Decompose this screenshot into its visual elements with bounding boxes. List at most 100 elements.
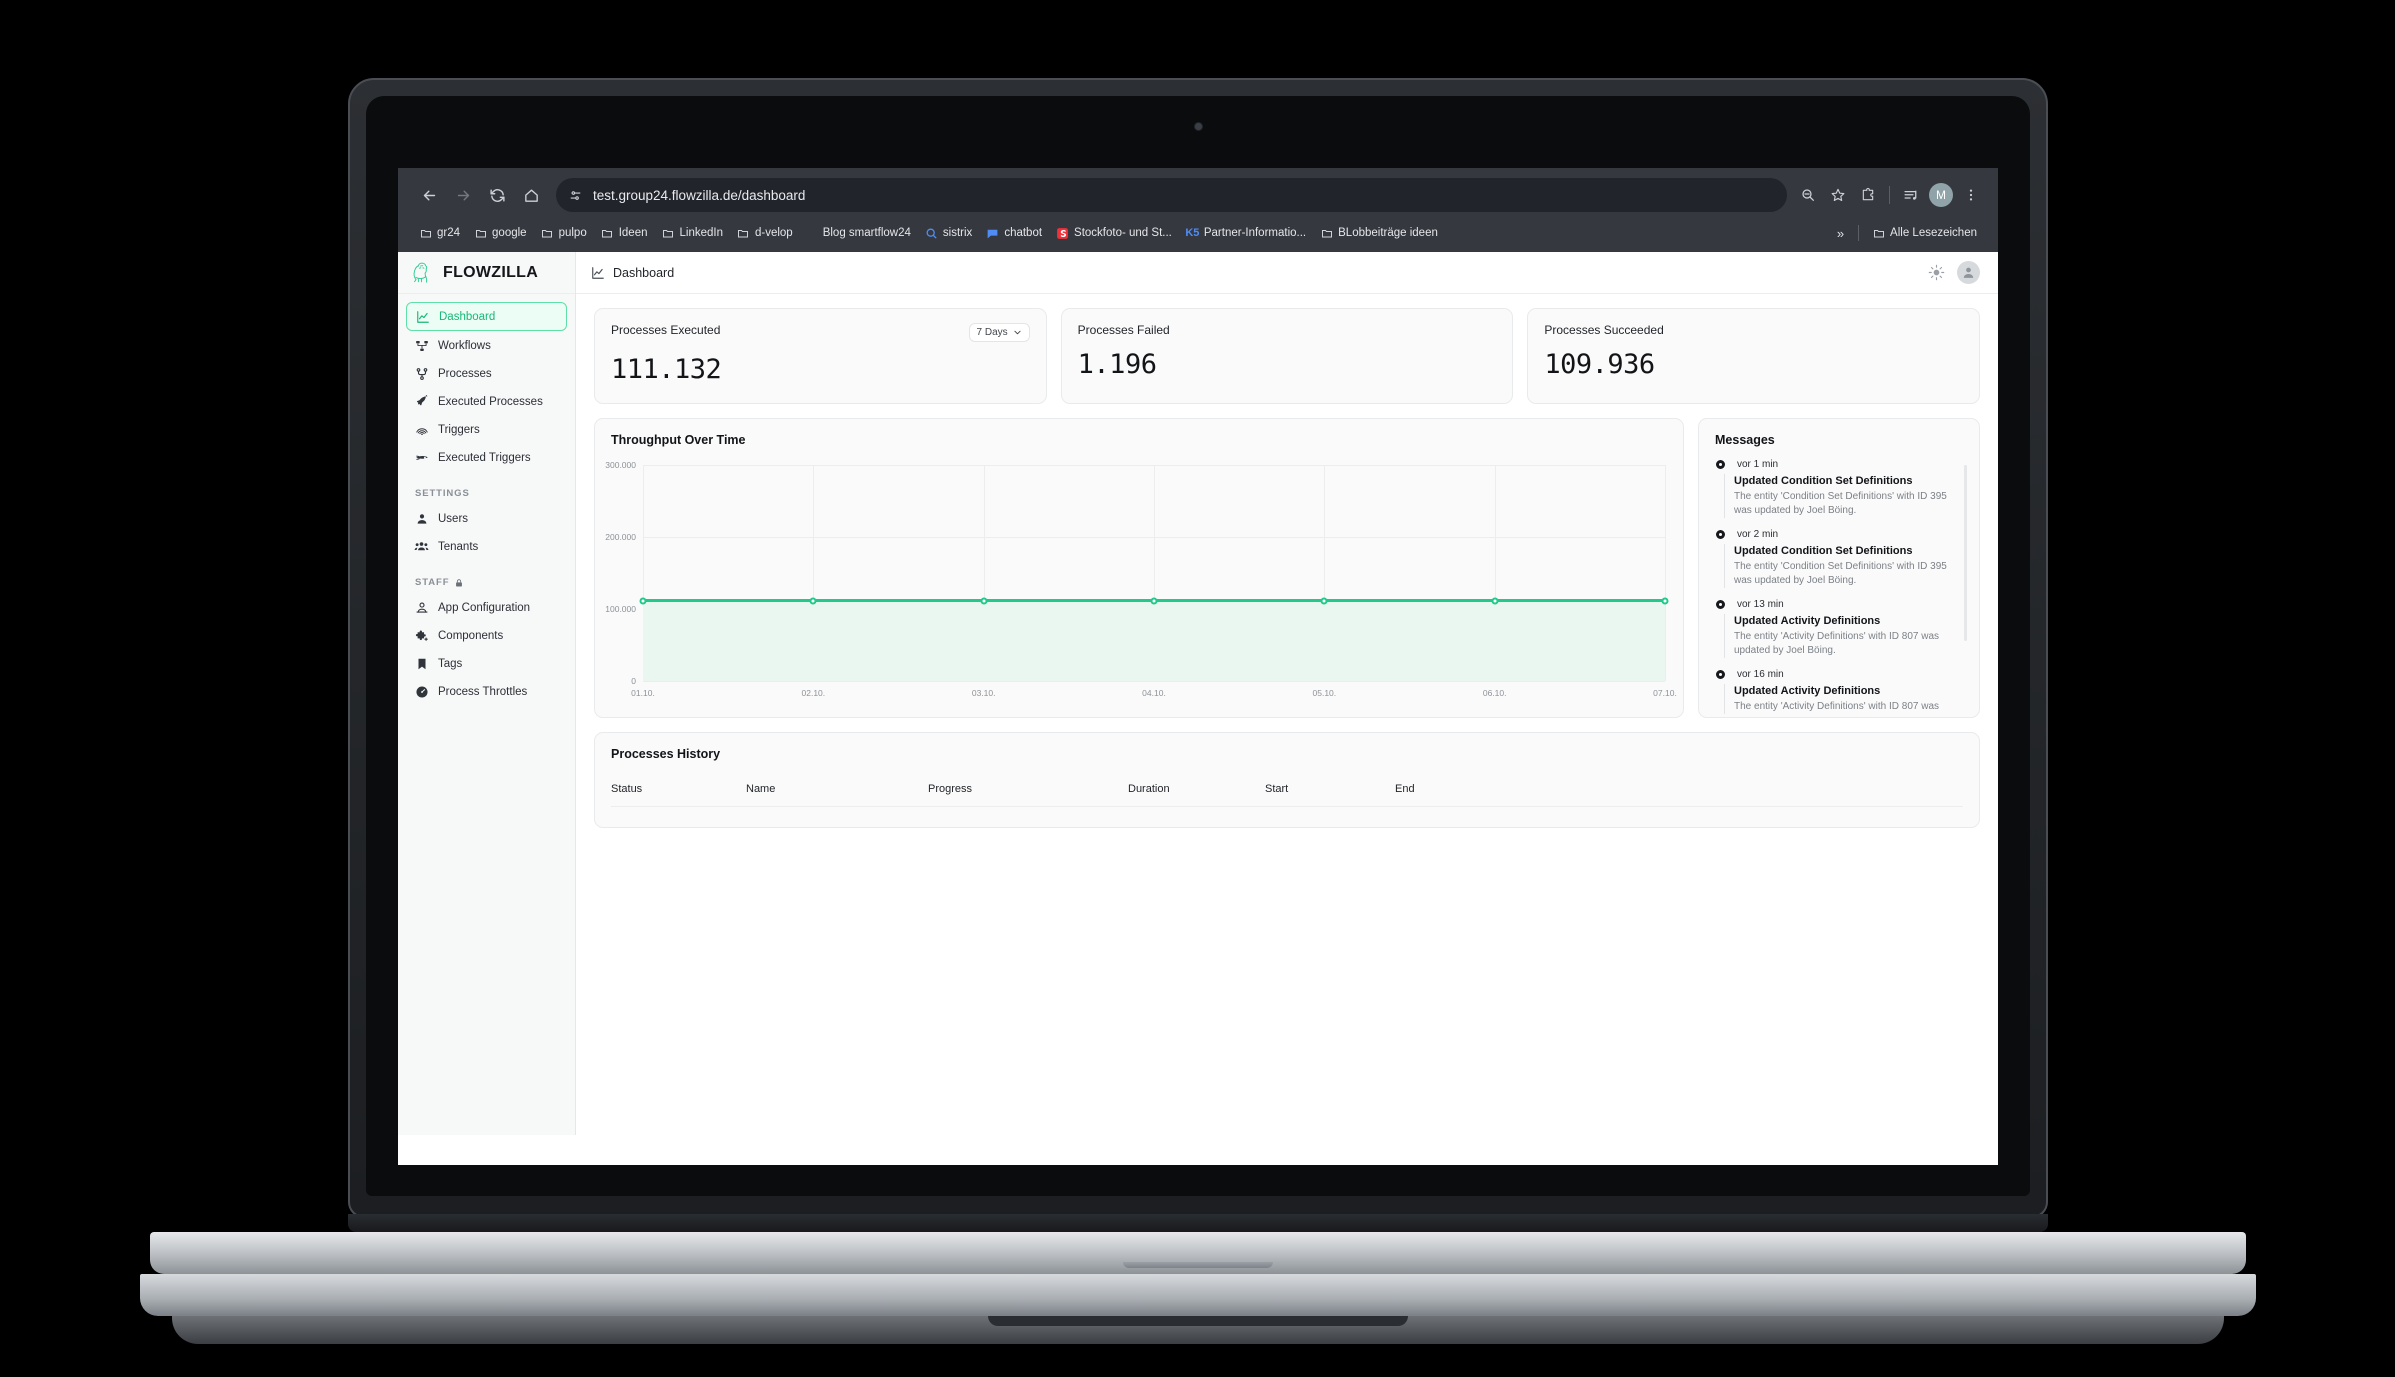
forward-icon[interactable] [446, 178, 480, 212]
message-item[interactable]: vor 1 min Updated Condition Set Definiti… [1715, 459, 1965, 518]
messages-card: Messages vor 1 min Updated Condition Set… [1698, 418, 1980, 718]
chart-data-point[interactable] [809, 597, 817, 605]
sidebar-item-app-configuration[interactable]: App Configuration [406, 594, 567, 621]
chart-data-point[interactable] [1661, 597, 1669, 605]
sidebar-item-components[interactable]: Components [406, 622, 567, 649]
chart-plot[interactable]: 0 100.000 200.000 300.000 01.10. 02.10. 03.10.… [605, 460, 1677, 698]
sidebar-section-label: SETTINGS [415, 488, 470, 499]
workflow-icon [414, 338, 429, 353]
sidebar-item-process-throttles[interactable]: Process Throttles [406, 678, 567, 705]
account-avatar-icon[interactable] [1957, 261, 1980, 284]
search-circle-icon [925, 227, 938, 240]
profile-avatar[interactable]: M [1926, 180, 1956, 210]
sidebar-item-label: Dashboard [439, 310, 496, 323]
bookmark-item[interactable]: Blog smartflow24 [816, 225, 918, 241]
profile-initial: M [1929, 183, 1953, 207]
bookmark-item[interactable]: Ideen [594, 225, 655, 242]
sidebar-item-executed-processes[interactable]: Executed Processes [406, 388, 567, 415]
sidebar-item-label: Workflows [438, 339, 491, 352]
processes-history-card: Processes History Status Name Progress D… [594, 732, 1980, 828]
bookmark-item[interactable]: BLobbeiträge ideen [1313, 225, 1445, 242]
kpi-card-processes-succeeded: Processes Succeeded 109.936 [1527, 308, 1981, 404]
message-bullet-icon [1716, 460, 1725, 469]
process-branch-icon [414, 366, 429, 381]
x-axis-tick-label: 03.10. [971, 688, 996, 698]
zoom-out-icon[interactable] [1793, 180, 1823, 210]
sidebar-item-dashboard[interactable]: Dashboard [406, 302, 567, 331]
message-time: vor 13 min [1737, 599, 1784, 610]
message-body: Updated Condition Set Definitions The en… [1724, 544, 1965, 588]
user-gear-icon [414, 600, 429, 615]
site-settings-icon[interactable] [568, 188, 583, 203]
chart-area: 0 100.000 200.000 300.000 01.10. 02.10. 03.10.… [605, 459, 1677, 707]
bookmark-label: d-velop [754, 227, 793, 239]
column-header-end: End [1395, 783, 1415, 795]
bookmark-item[interactable]: Stockfoto- und St... [1049, 225, 1179, 242]
sidebar-item-executed-triggers[interactable]: Executed Triggers [406, 444, 567, 471]
all-bookmarks-label: Alle Lesezeichen [1890, 227, 1977, 239]
bookmark-item[interactable]: LinkedIn [655, 225, 730, 242]
browser-menu-icon[interactable] [1956, 180, 1986, 210]
kpi-title: Processes Succeeded [1544, 323, 1664, 337]
reading-list-icon[interactable] [1896, 180, 1926, 210]
sidebar-item-processes[interactable]: Processes [406, 360, 567, 387]
sidebar-item-users[interactable]: Users [406, 505, 567, 532]
sidebar-item-tenants[interactable]: Tenants [406, 533, 567, 560]
message-title: Updated Condition Set Definitions [1734, 475, 1913, 487]
k5-icon: K5 [1185, 227, 1200, 239]
bookmark-item[interactable]: chatbot [979, 225, 1049, 242]
folder-icon [601, 227, 614, 240]
chart-line-icon [415, 309, 430, 324]
message-item[interactable]: vor 2 min Updated Condition Set Definiti… [1715, 529, 1965, 588]
sidebar-item-triggers[interactable]: Triggers [406, 416, 567, 443]
messages-scrollbar[interactable] [1964, 465, 1967, 641]
reload-icon[interactable] [480, 178, 514, 212]
bookmark-item[interactable]: gr24 [412, 225, 467, 242]
bookmark-label: Stockfoto- und St... [1074, 227, 1172, 239]
chart-data-point[interactable] [1320, 597, 1328, 605]
folder-icon [474, 227, 487, 240]
message-body: Updated Activity Definitions The entity … [1724, 684, 1965, 714]
x-axis-tick-label: 04.10. [1142, 688, 1166, 698]
bookmark-star-icon[interactable] [1823, 180, 1853, 210]
message-item[interactable]: vor 16 min Updated Activity Definitions … [1715, 669, 1965, 714]
all-bookmarks-button[interactable]: Alle Lesezeichen [1865, 225, 1984, 242]
url-text: test.group24.flowzilla.de/dashboard [593, 187, 806, 203]
bookmark-label: LinkedIn [679, 227, 723, 239]
message-time: vor 16 min [1737, 669, 1784, 680]
kpi-header: Processes Executed 7 Days [611, 323, 1030, 342]
address-bar[interactable]: test.group24.flowzilla.de/dashboard [556, 178, 1787, 212]
bookmark-item[interactable]: K5 Partner-Informatio... [1179, 225, 1313, 242]
browser-window: test.group24.flowzilla.de/dashboard M gr… [398, 168, 1998, 1165]
laptop-deck-bottom [172, 1316, 2224, 1344]
bookmark-item[interactable]: d-velop [730, 225, 800, 242]
extensions-icon[interactable] [1853, 180, 1883, 210]
sidebar-item-tags[interactable]: Tags [406, 650, 567, 677]
sidebar-item-label: Executed Triggers [438, 451, 531, 464]
message-bullet-icon [1716, 600, 1725, 609]
sidebar-item-workflows[interactable]: Workflows [406, 332, 567, 359]
back-icon[interactable] [412, 178, 446, 212]
brand-logo[interactable]: FLOWZILLA [398, 252, 575, 294]
puzzle-icon [414, 628, 429, 643]
bookmarks-overflow-icon[interactable]: » [1829, 226, 1852, 241]
home-icon[interactable] [514, 178, 548, 212]
timerange-dropdown[interactable]: 7 Days [968, 323, 1030, 342]
chart-data-point[interactable] [1491, 597, 1499, 605]
folder-icon [541, 227, 554, 240]
chart-data-point[interactable] [639, 597, 647, 605]
messages-title: Messages [1715, 433, 1775, 447]
webcam-icon [1194, 122, 1203, 131]
bookmark-item[interactable]: google [467, 225, 534, 242]
bookmark-item[interactable]: sistrix [918, 225, 979, 242]
chart-data-point[interactable] [980, 597, 988, 605]
sun-icon[interactable] [1923, 260, 1949, 286]
trigger-fired-icon [414, 450, 429, 465]
chart-data-point[interactable] [1150, 597, 1158, 605]
message-item[interactable]: vor 13 min Updated Activity Definitions … [1715, 599, 1965, 658]
brand-name: FLOWZILLA [443, 263, 539, 281]
column-header-progress: Progress [928, 783, 973, 795]
chat-icon [986, 227, 999, 240]
bookmark-label: Partner-Informatio... [1203, 227, 1307, 239]
bookmark-item[interactable]: pulpo [534, 225, 594, 242]
